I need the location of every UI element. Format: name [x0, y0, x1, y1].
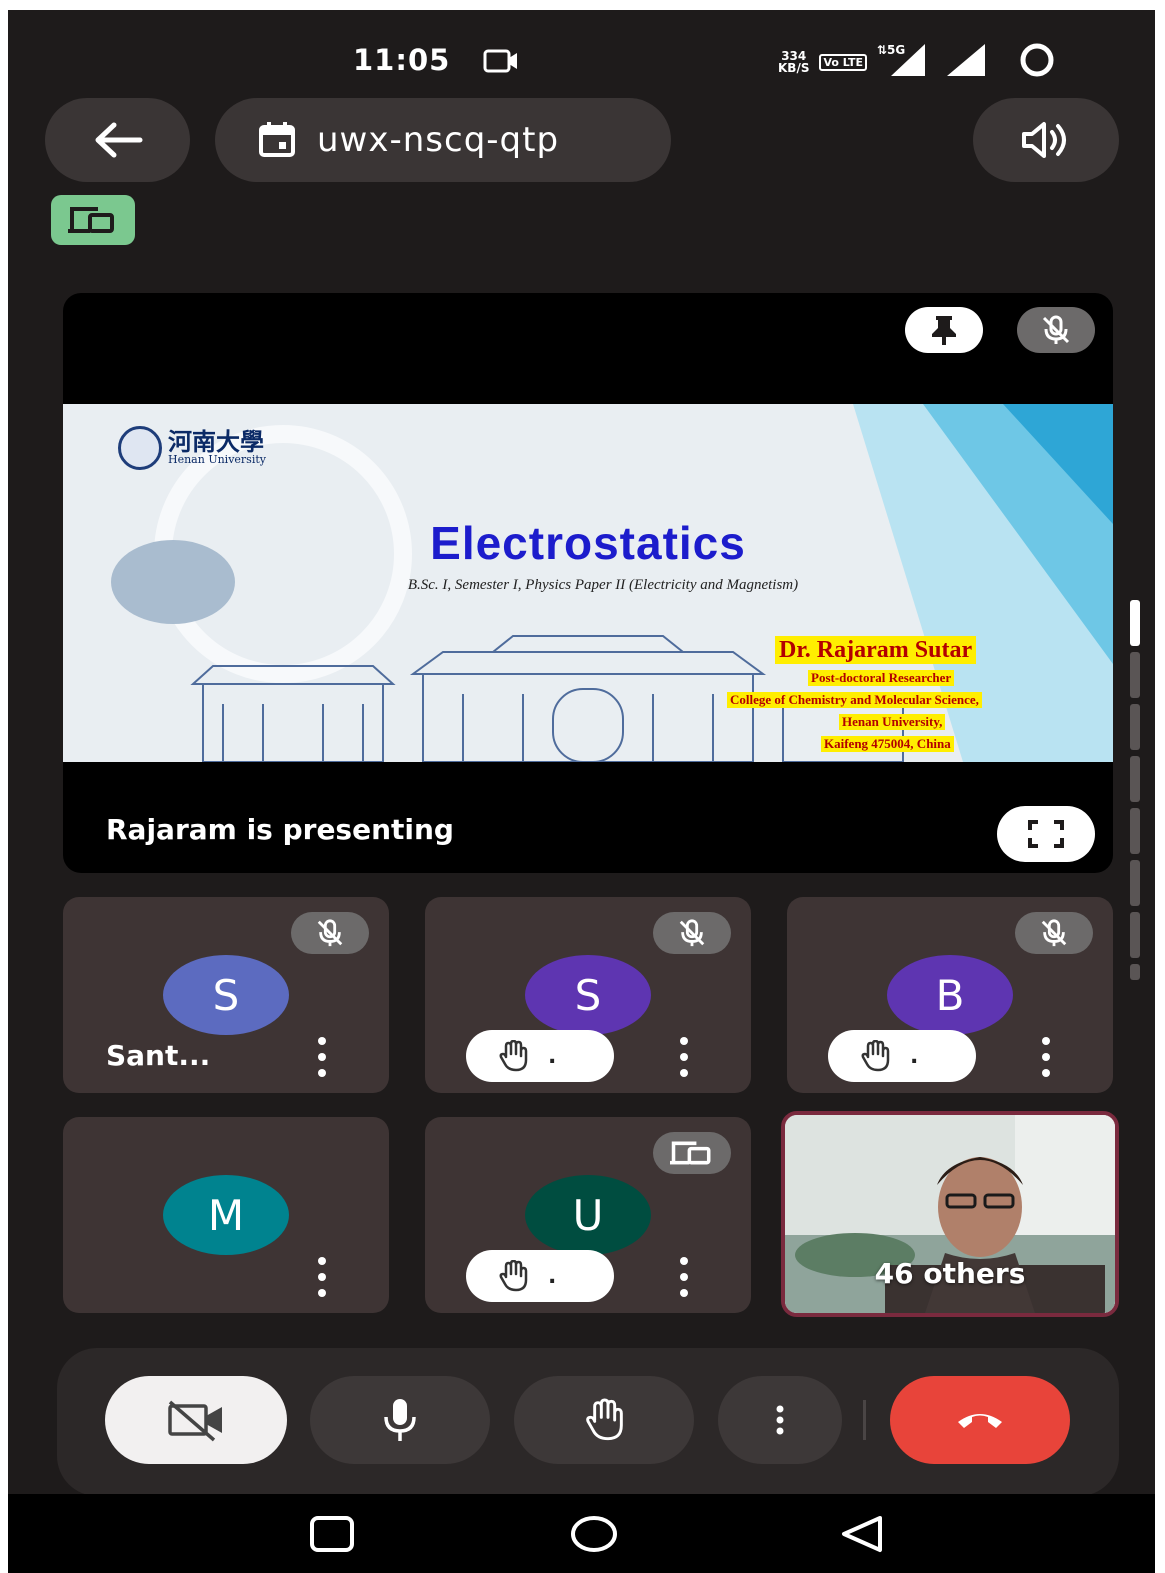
signal-icon	[945, 42, 989, 82]
audio-output-button[interactable]	[973, 98, 1119, 182]
phone-hangup-icon	[958, 1414, 1002, 1428]
participant-tile[interactable]: S .	[425, 897, 751, 1093]
logo-english-text: Henan University	[168, 453, 266, 466]
back-button[interactable]	[45, 98, 190, 182]
participant-muted-indicator	[653, 912, 731, 954]
microphone-button[interactable]	[310, 1376, 490, 1464]
end-call-button[interactable]	[890, 1376, 1070, 1464]
speaker-icon	[1022, 122, 1066, 158]
raised-hand-chip[interactable]: .	[466, 1250, 614, 1302]
participant-muted-indicator	[291, 912, 369, 954]
meeting-code: uwx-nscq-qtp	[317, 120, 560, 160]
back-triangle-icon	[842, 1516, 882, 1552]
raised-hand-icon	[586, 1398, 623, 1441]
participant-presenting-indicator	[653, 1132, 731, 1174]
present-screen-icon	[670, 1141, 711, 1165]
home-button[interactable]	[570, 1514, 618, 1558]
others-count-label: 46 others	[874, 1257, 1026, 1290]
participant-more-button[interactable]	[311, 1037, 333, 1077]
mic-off-icon	[1042, 315, 1070, 344]
pin-icon	[932, 316, 956, 345]
raised-hand-count: .	[548, 1263, 557, 1289]
call-controls-bar	[57, 1348, 1119, 1496]
shared-slide: 河南大學 Henan University Electrostatics B.S…	[63, 404, 1113, 762]
slide-line-address: Kaifeng 475004, China	[821, 736, 954, 752]
raised-hand-chip[interactable]: .	[828, 1030, 976, 1082]
mic-off-icon	[679, 919, 705, 947]
avatar: S	[163, 955, 289, 1035]
slide-line-college: College of Chemistry and Molecular Scien…	[727, 692, 982, 708]
slide-presenter-name: Dr. Rajaram Sutar	[775, 636, 977, 664]
svg-text:⇅5G: ⇅5G	[877, 43, 905, 57]
more-vertical-icon	[776, 1405, 784, 1435]
battery-ring-icon	[1017, 40, 1057, 84]
pin-button[interactable]	[905, 307, 983, 353]
camera-off-icon	[168, 1400, 222, 1442]
presenter-muted-indicator	[1017, 307, 1095, 353]
participant-more-button[interactable]	[673, 1257, 695, 1297]
university-logo: 河南大學 Henan University	[118, 426, 266, 470]
slide-line-university: Henan University,	[839, 714, 946, 730]
microphone-icon	[384, 1399, 416, 1441]
raised-hand-icon	[499, 1040, 528, 1072]
slide-subtitle: B.Sc. I, Semester I, Physics Paper II (E…	[407, 577, 799, 593]
raise-hand-button[interactable]	[514, 1376, 694, 1464]
home-circle-icon	[571, 1516, 617, 1552]
fullscreen-icon	[1028, 820, 1064, 848]
arrow-left-icon	[95, 122, 142, 158]
raised-hand-count: .	[910, 1043, 919, 1069]
participant-name: Sant...	[106, 1039, 211, 1072]
slide-line-position: Post-doctoral Researcher	[808, 670, 955, 686]
back-nav-button[interactable]	[838, 1514, 886, 1558]
fullscreen-button[interactable]	[997, 806, 1095, 862]
mic-off-icon	[317, 919, 343, 947]
presenting-label: Rajaram is presenting	[106, 813, 454, 846]
avatar: B	[887, 955, 1013, 1035]
raised-hand-chip[interactable]: .	[466, 1030, 614, 1082]
signal-5g-icon: ⇅5G	[877, 42, 935, 82]
participant-tile[interactable]: M	[63, 1117, 389, 1313]
status-time: 11:05	[353, 43, 451, 77]
raised-hand-icon	[861, 1040, 890, 1072]
camera-toggle-button[interactable]	[105, 1376, 287, 1464]
network-speed-unit: KB/S	[778, 61, 810, 75]
calendar-icon	[259, 122, 295, 157]
meet-screen: 11:05 334 KB/S Vo LTE ⇅5G uwx-nscq-qtp 河…	[8, 10, 1155, 1573]
presenting-indicator-badge[interactable]	[51, 195, 135, 245]
camera-in-use-icon	[483, 48, 519, 78]
avatar: U	[525, 1175, 651, 1255]
volte-badge: Vo LTE	[819, 53, 867, 71]
present-screen-icon	[68, 207, 114, 233]
controls-divider	[863, 1400, 866, 1440]
participant-more-button[interactable]	[673, 1037, 695, 1077]
recents-button[interactable]	[308, 1514, 356, 1558]
slide-title: Electrostatics	[430, 517, 746, 569]
avatar: M	[163, 1175, 289, 1255]
participant-tile[interactable]: B .	[787, 897, 1113, 1093]
tile-scroll-indicator[interactable]	[1130, 600, 1140, 980]
raised-hand-count: .	[548, 1043, 557, 1069]
participant-more-button[interactable]	[1035, 1037, 1057, 1077]
mic-off-icon	[1041, 919, 1067, 947]
raised-hand-icon	[499, 1260, 528, 1292]
presentation-tile[interactable]: 河南大學 Henan University Electrostatics B.S…	[63, 293, 1113, 873]
avatar: S	[525, 955, 651, 1035]
status-indicators: 334 KB/S Vo LTE ⇅5G	[778, 40, 1057, 84]
system-navigation-bar	[8, 1494, 1155, 1573]
participant-tile[interactable]: S Sant...	[63, 897, 389, 1093]
recents-square-icon	[310, 1516, 354, 1552]
meeting-code-button[interactable]: uwx-nscq-qtp	[215, 98, 671, 182]
others-tile[interactable]: 46 others	[781, 1111, 1119, 1317]
more-options-button[interactable]	[718, 1376, 842, 1464]
network-speed: 334 KB/S	[778, 50, 809, 74]
participant-more-button[interactable]	[311, 1257, 333, 1297]
logo-chinese-text: 河南大學	[168, 427, 264, 456]
participant-tile[interactable]: U .	[425, 1117, 751, 1313]
participant-muted-indicator	[1015, 912, 1093, 954]
university-seal-icon	[118, 426, 162, 470]
